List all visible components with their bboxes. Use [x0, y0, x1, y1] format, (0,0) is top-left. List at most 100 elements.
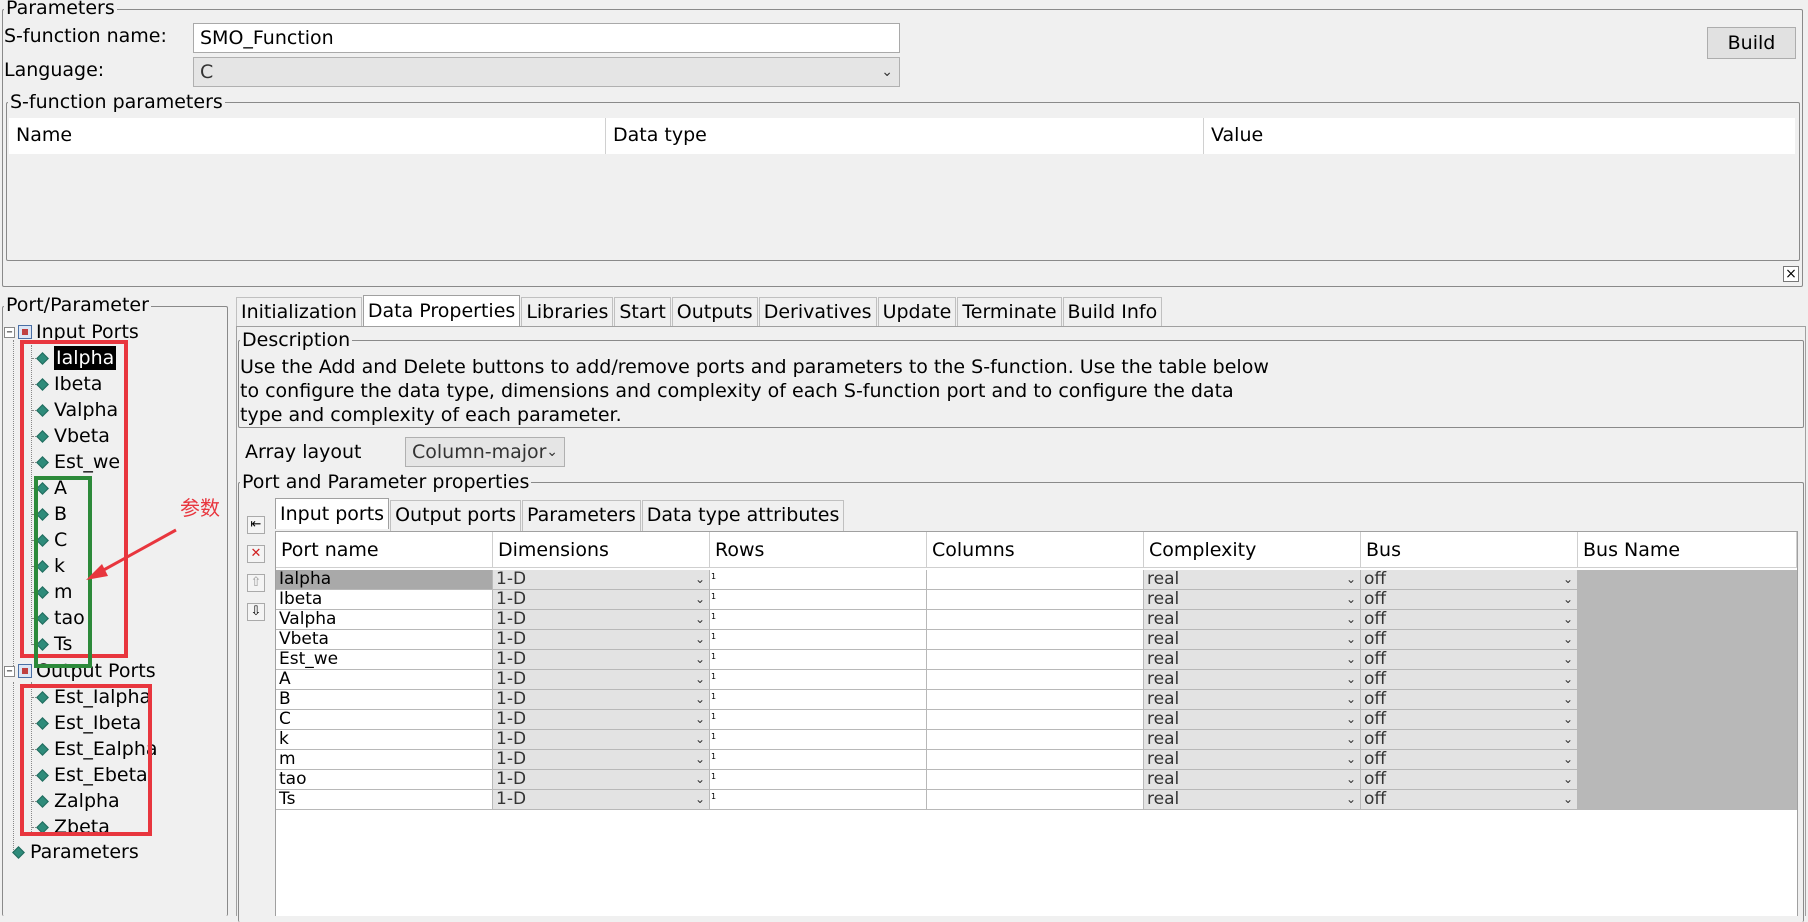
subtab-data-type-attributes[interactable]: Data type attributes: [641, 500, 845, 531]
cell-bus-name[interactable]: [1578, 650, 1797, 670]
cell-bus-name[interactable]: [1578, 710, 1797, 730]
cell-bus-name[interactable]: [1578, 690, 1797, 710]
cell-bus-name[interactable]: [1578, 610, 1797, 630]
cell-dimensions-select[interactable]: 1-D ⌄: [493, 690, 710, 710]
cell-rows[interactable]: 1: [710, 710, 927, 730]
tab-build-info[interactable]: Build Info: [1062, 297, 1163, 328]
cell-port-name[interactable]: k: [276, 730, 493, 750]
table-row[interactable]: Ts 1-D ⌄ 1 real ⌄ off ⌄: [276, 790, 1797, 810]
cell-bus-name[interactable]: [1578, 770, 1797, 790]
table-row[interactable]: Valpha 1-D ⌄ 1 real ⌄ off ⌄: [276, 610, 1797, 630]
column-header[interactable]: Complexity: [1144, 532, 1361, 568]
cell-port-name[interactable]: Est_we: [276, 650, 493, 670]
table-row[interactable]: B 1-D ⌄ 1 real ⌄ off ⌄: [276, 690, 1797, 710]
cell-columns[interactable]: [927, 670, 1144, 690]
cell-dimensions-select[interactable]: 1-D ⌄: [493, 750, 710, 770]
table-row[interactable]: Ialpha 1-D ⌄ 1 real ⌄ off ⌄: [276, 570, 1797, 590]
cell-columns[interactable]: [927, 570, 1144, 590]
cell-bus-select[interactable]: off ⌄: [1361, 710, 1578, 730]
cell-complexity-select[interactable]: real ⌄: [1144, 590, 1361, 610]
cell-columns[interactable]: [927, 750, 1144, 770]
cell-port-name[interactable]: m: [276, 750, 493, 770]
cell-columns[interactable]: [927, 690, 1144, 710]
subtab-output-ports[interactable]: Output ports: [390, 500, 521, 531]
cell-port-name[interactable]: C: [276, 710, 493, 730]
column-header[interactable]: Bus Name: [1578, 532, 1797, 568]
cell-rows[interactable]: 1: [710, 630, 927, 650]
table-row[interactable]: k 1-D ⌄ 1 real ⌄ off ⌄: [276, 730, 1797, 750]
cell-bus-name[interactable]: [1578, 590, 1797, 610]
cell-dimensions-select[interactable]: 1-D ⌄: [493, 770, 710, 790]
tab-start[interactable]: Start: [614, 297, 671, 328]
cell-columns[interactable]: [927, 590, 1144, 610]
cell-bus-name[interactable]: [1578, 630, 1797, 650]
tab-data-properties[interactable]: Data Properties: [362, 295, 521, 326]
column-header[interactable]: Bus: [1361, 532, 1578, 568]
cell-complexity-select[interactable]: real ⌄: [1144, 730, 1361, 750]
cell-dimensions-select[interactable]: 1-D ⌄: [493, 790, 710, 810]
cell-complexity-select[interactable]: real ⌄: [1144, 610, 1361, 630]
column-header[interactable]: Columns: [927, 532, 1144, 568]
cell-rows[interactable]: 1: [710, 650, 927, 670]
cell-dimensions-select[interactable]: 1-D ⌄: [493, 630, 710, 650]
table-row[interactable]: Vbeta 1-D ⌄ 1 real ⌄ off ⌄: [276, 630, 1797, 650]
cell-bus-name[interactable]: [1578, 670, 1797, 690]
tab-initialization[interactable]: Initialization: [236, 297, 362, 328]
tab-outputs[interactable]: Outputs: [671, 297, 758, 328]
move-down-button[interactable]: ⇩: [247, 603, 265, 621]
cell-rows[interactable]: 1: [710, 790, 927, 810]
cell-port-name[interactable]: Ibeta: [276, 590, 493, 610]
tab-terminate[interactable]: Terminate: [957, 297, 1062, 328]
cell-bus-select[interactable]: off ⌄: [1361, 690, 1578, 710]
tab-update[interactable]: Update: [877, 297, 957, 328]
cell-bus-name[interactable]: [1578, 570, 1797, 590]
close-icon[interactable]: ×: [1783, 266, 1799, 282]
cell-columns[interactable]: [927, 770, 1144, 790]
cell-bus-select[interactable]: off ⌄: [1361, 730, 1578, 750]
tab-derivatives[interactable]: Derivatives: [758, 297, 877, 328]
cell-columns[interactable]: [927, 610, 1144, 630]
cell-dimensions-select[interactable]: 1-D ⌄: [493, 570, 710, 590]
cell-rows[interactable]: 1: [710, 770, 927, 790]
cell-bus-name[interactable]: [1578, 730, 1797, 750]
build-button[interactable]: Build: [1707, 27, 1796, 59]
column-header[interactable]: Port name: [276, 532, 493, 568]
cell-bus-select[interactable]: off ⌄: [1361, 670, 1578, 690]
table-row[interactable]: m 1-D ⌄ 1 real ⌄ off ⌄: [276, 750, 1797, 770]
cell-columns[interactable]: [927, 710, 1144, 730]
table-row[interactable]: tao 1-D ⌄ 1 real ⌄ off ⌄: [276, 770, 1797, 790]
subtab-parameters[interactable]: Parameters: [521, 500, 641, 531]
tab-libraries[interactable]: Libraries: [521, 297, 614, 328]
params-col-datatype[interactable]: Data type: [606, 118, 1204, 154]
cell-bus-select[interactable]: off ⌄: [1361, 570, 1578, 590]
cell-bus-select[interactable]: off ⌄: [1361, 790, 1578, 810]
cell-dimensions-select[interactable]: 1-D ⌄: [493, 650, 710, 670]
cell-bus-name[interactable]: [1578, 750, 1797, 770]
table-row[interactable]: Ibeta 1-D ⌄ 1 real ⌄ off ⌄: [276, 590, 1797, 610]
column-header[interactable]: Rows: [710, 532, 927, 568]
array-layout-select[interactable]: Column-major ⌄: [405, 437, 565, 467]
collapse-icon[interactable]: −: [4, 326, 15, 338]
cell-columns[interactable]: [927, 650, 1144, 670]
params-col-value[interactable]: Value: [1204, 118, 1795, 154]
cell-dimensions-select[interactable]: 1-D ⌄: [493, 590, 710, 610]
table-row[interactable]: Est_we 1-D ⌄ 1 real ⌄ off ⌄: [276, 650, 1797, 670]
cell-bus-select[interactable]: off ⌄: [1361, 590, 1578, 610]
cell-bus-select[interactable]: off ⌄: [1361, 630, 1578, 650]
cell-complexity-select[interactable]: real ⌄: [1144, 710, 1361, 730]
cell-bus-select[interactable]: off ⌄: [1361, 610, 1578, 630]
cell-complexity-select[interactable]: real ⌄: [1144, 790, 1361, 810]
cell-complexity-select[interactable]: real ⌄: [1144, 570, 1361, 590]
cell-dimensions-select[interactable]: 1-D ⌄: [493, 710, 710, 730]
cell-port-name[interactable]: Ialpha: [276, 570, 493, 590]
cell-rows[interactable]: 1: [710, 670, 927, 690]
add-port-button[interactable]: ⇤: [247, 516, 265, 534]
sfunction-name-input[interactable]: SMO_Function: [193, 23, 900, 53]
cell-bus-select[interactable]: off ⌄: [1361, 650, 1578, 670]
cell-complexity-select[interactable]: real ⌄: [1144, 630, 1361, 650]
cell-dimensions-select[interactable]: 1-D ⌄: [493, 730, 710, 750]
cell-rows[interactable]: 1: [710, 590, 927, 610]
cell-port-name[interactable]: Ts: [276, 790, 493, 810]
cell-columns[interactable]: [927, 790, 1144, 810]
cell-columns[interactable]: [927, 730, 1144, 750]
